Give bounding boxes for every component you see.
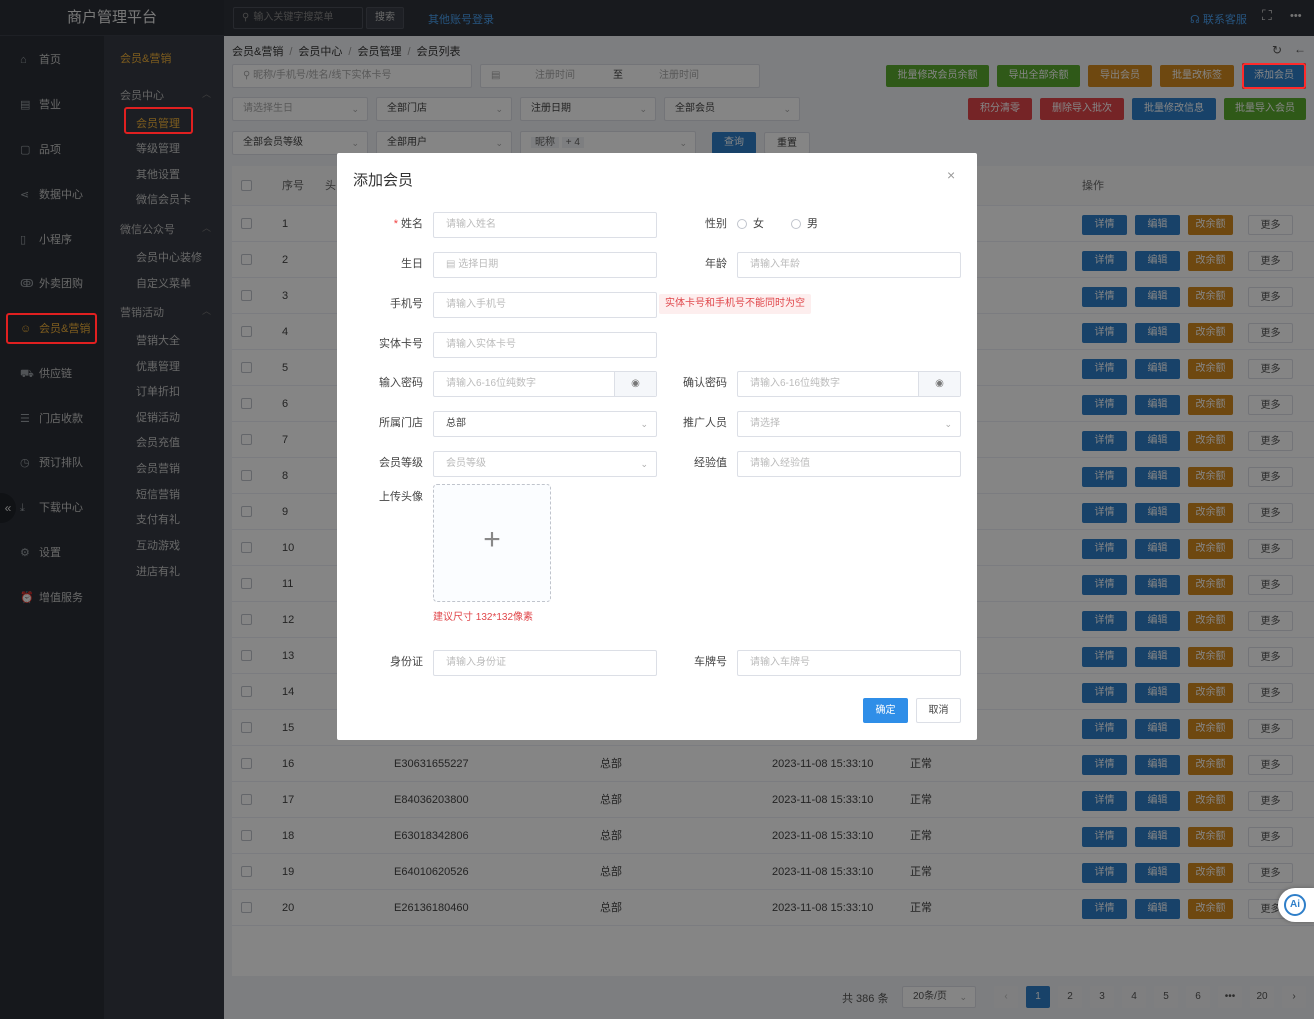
name-label: * 姓名 (393, 218, 423, 230)
add-member-dialog: 添加会员 × * 姓名 请输入姓名 性别 女 男 生日 ▤ 选择日期 年龄 请输入… (337, 153, 977, 740)
phone-error-tip: 实体卡号和手机号不能同时为空 (659, 294, 811, 314)
avatar-label: 上传头像 (379, 491, 423, 503)
card-input[interactable]: 请输入实体卡号 (433, 332, 657, 358)
highlight-add-member (1242, 63, 1306, 89)
store-label: 所属门店 (379, 417, 423, 429)
gender-male-radio[interactable]: 男 (791, 212, 818, 236)
avatar-hint: 建议尺寸 132*132像素 (433, 612, 534, 623)
confirm-password-input[interactable]: 请输入6-16位纯数字 ◉ (737, 371, 961, 397)
promoter-label: 推广人员 (683, 417, 727, 429)
gender-label: 性别 (705, 218, 727, 230)
birthday-label: 生日 (401, 258, 423, 270)
plate-label: 车牌号 (694, 656, 727, 668)
birthday-datepicker[interactable]: ▤ 选择日期 (433, 252, 657, 278)
avatar-upload[interactable]: + (433, 484, 551, 602)
name-input[interactable]: 请输入姓名 (433, 212, 657, 238)
phone-label: 手机号 (390, 298, 423, 310)
id-label: 身份证 (390, 656, 423, 668)
phone-input[interactable]: 请输入手机号 (433, 292, 657, 318)
card-label: 实体卡号 (379, 338, 423, 350)
eye-icon[interactable]: ◉ (918, 372, 960, 396)
dialog-title: 添加会员 (353, 172, 414, 189)
highlight-member-marketing (6, 313, 97, 344)
cancel-button[interactable]: 取消 (916, 698, 961, 723)
confirm-password-label: 确认密码 (683, 377, 727, 389)
ai-assistant-button[interactable]: Ai (1278, 888, 1314, 922)
password-input[interactable]: 请输入6-16位纯数字 ◉ (433, 371, 657, 397)
chevron-down-icon: ⌄ (944, 419, 952, 429)
ai-icon: Ai (1284, 894, 1306, 916)
level-select[interactable]: 会员等级 ⌄ (433, 451, 657, 477)
close-icon[interactable]: × (947, 167, 955, 183)
highlight-member-manage (124, 107, 193, 134)
confirm-button[interactable]: 确定 (863, 698, 908, 723)
age-label: 年龄 (705, 258, 727, 270)
gender-female-radio[interactable]: 女 (737, 212, 764, 236)
password-label: 输入密码 (379, 377, 423, 389)
promoter-select[interactable]: 请选择 ⌄ (737, 411, 961, 437)
plus-icon: + (483, 523, 501, 556)
store-select[interactable]: 总部 ⌄ (433, 411, 657, 437)
exp-label: 经验值 (694, 457, 727, 469)
level-label: 会员等级 (379, 457, 423, 469)
calendar-icon: ▤ (446, 259, 459, 270)
age-input[interactable]: 请输入年龄 (737, 252, 961, 278)
plate-input[interactable]: 请输入车牌号 (737, 650, 961, 676)
exp-input[interactable]: 请输入经验值 (737, 451, 961, 477)
id-input[interactable]: 请输入身份证 (433, 650, 657, 676)
